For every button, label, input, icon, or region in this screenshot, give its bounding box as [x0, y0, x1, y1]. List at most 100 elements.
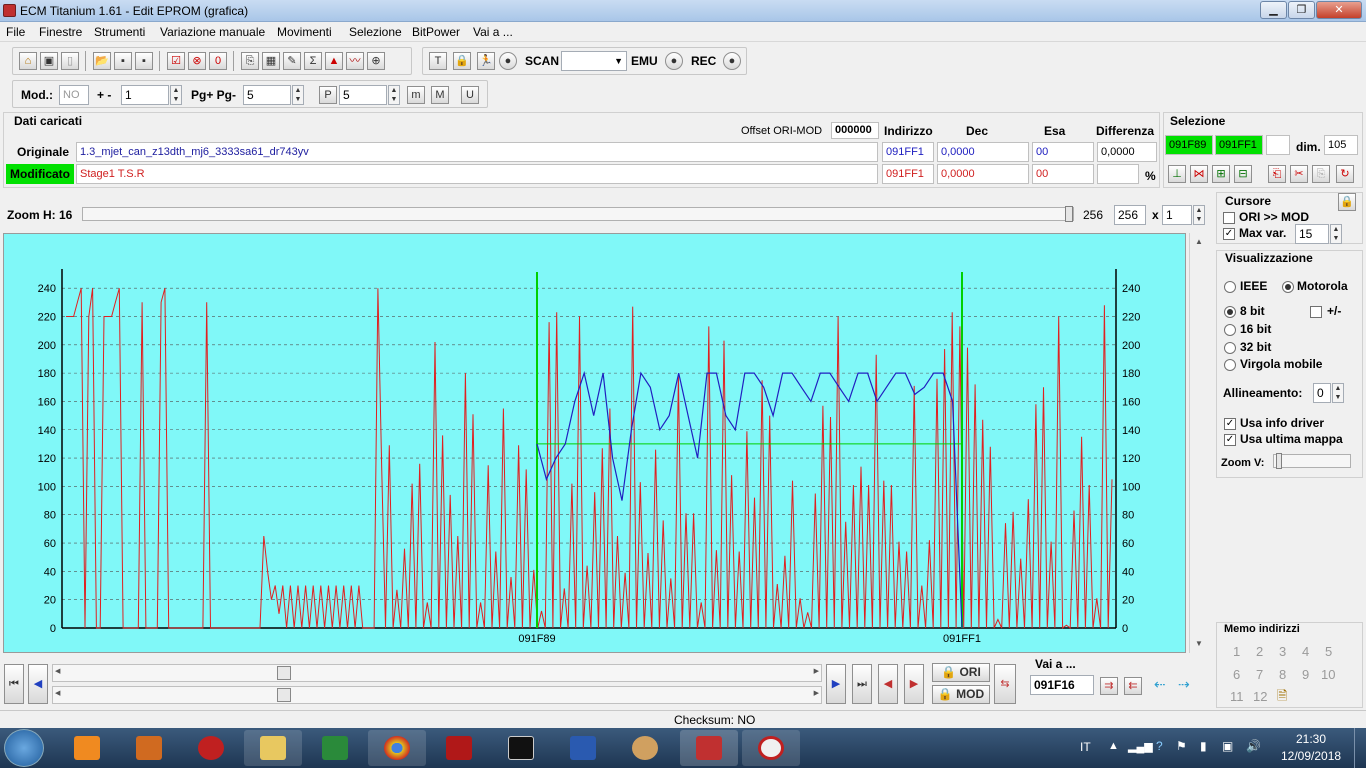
- allineamento-field[interactable]: 0: [1313, 383, 1331, 403]
- chart-icon[interactable]: 〰: [346, 52, 364, 70]
- windows-icon[interactable]: ▣: [40, 52, 58, 70]
- taskbar-app12[interactable]: [742, 730, 800, 766]
- zoom-h-slider[interactable]: [82, 206, 1074, 222]
- horizontal-scrollbar-ori[interactable]: ◀ ▶: [52, 664, 822, 682]
- emu-icon[interactable]: ●: [665, 52, 683, 70]
- 32bit-radio[interactable]: [1224, 342, 1236, 354]
- virgola-radio[interactable]: [1224, 359, 1236, 371]
- menu-bitpower[interactable]: BitPower: [412, 25, 460, 39]
- zoom-v-thumb[interactable]: [1276, 453, 1282, 469]
- select-clear-icon[interactable]: ⋈: [1190, 165, 1208, 183]
- minimize-button[interactable]: ▁: [1260, 1, 1287, 19]
- usa-info-checkbox[interactable]: ✓: [1224, 418, 1236, 430]
- memo-11[interactable]: 11: [1230, 689, 1244, 704]
- clock-time[interactable]: 21:30: [1296, 732, 1326, 746]
- 8bit-radio[interactable]: [1224, 306, 1236, 318]
- ori-button[interactable]: 🔒 ORI: [932, 663, 990, 682]
- scroll-thumb-mod[interactable]: [277, 688, 291, 702]
- stop-icon[interactable]: ⊗: [188, 52, 206, 70]
- max-var-field[interactable]: 15: [1295, 224, 1329, 244]
- memo-5[interactable]: 5: [1325, 644, 1332, 659]
- memo-1[interactable]: 1: [1233, 644, 1240, 659]
- taskbar-explorer[interactable]: [244, 730, 302, 766]
- first-icon[interactable]: ⏮: [4, 664, 24, 704]
- select-mid-icon[interactable]: ⊞: [1212, 165, 1230, 183]
- zoom-mult-spinner[interactable]: ▲ ▼: [1193, 205, 1205, 225]
- memo-6[interactable]: 6: [1233, 667, 1240, 682]
- select-end-icon[interactable]: ⊟: [1234, 165, 1252, 183]
- copy-icon[interactable]: ⎘: [241, 52, 259, 70]
- usa-ultima-checkbox[interactable]: ✓: [1224, 434, 1236, 446]
- scroll-down-icon[interactable]: ▼: [1195, 639, 1203, 648]
- m-large-icon[interactable]: M: [431, 86, 449, 104]
- taskbar-ecm[interactable]: [430, 730, 488, 766]
- menu-movimenti[interactable]: Movimenti: [277, 25, 332, 39]
- last-icon[interactable]: ⏭: [852, 664, 872, 704]
- mod-button[interactable]: 🔒 MOD: [932, 685, 990, 704]
- refresh-icon[interactable]: ↻: [1336, 165, 1354, 183]
- signal-icon[interactable]: ▂▄▆: [1128, 740, 1153, 753]
- memo-prev-icon[interactable]: ⇠: [1154, 676, 1166, 693]
- copy-disabled-icon[interactable]: ⎘: [1312, 165, 1330, 183]
- memo-9[interactable]: 9: [1302, 667, 1309, 682]
- home-icon[interactable]: ⌂: [19, 52, 37, 70]
- volume-icon[interactable]: 🔊: [1246, 739, 1261, 753]
- menu-file[interactable]: File: [6, 25, 25, 39]
- mod-field[interactable]: NO: [59, 85, 89, 105]
- taskbar-app3[interactable]: [182, 730, 240, 766]
- motorola-radio[interactable]: [1282, 281, 1294, 293]
- sum-icon[interactable]: Σ: [304, 52, 322, 70]
- zero-icon[interactable]: 0: [209, 52, 227, 70]
- language-indicator[interactable]: IT: [1080, 740, 1091, 754]
- memo-3[interactable]: 3: [1279, 644, 1286, 659]
- max-var-spinner[interactable]: ▲ ▼: [1330, 224, 1342, 244]
- start-button[interactable]: [4, 729, 44, 767]
- checklist-icon[interactable]: ☑: [167, 52, 185, 70]
- next-diff-icon[interactable]: ▶: [904, 664, 924, 704]
- close-button[interactable]: ✕: [1316, 1, 1362, 19]
- vai-field[interactable]: 091F16: [1030, 675, 1094, 695]
- taskbar-chrome[interactable]: [368, 730, 426, 766]
- rec-icon[interactable]: ●: [723, 52, 741, 70]
- chart-panel[interactable]: 0 0 20 20 40 40 60 60 80 80 100 100 120 120 140 140 160 1…: [3, 233, 1186, 653]
- show-desktop-button[interactable]: [1354, 728, 1366, 768]
- scroll-right-icon[interactable]: ▶: [814, 667, 819, 675]
- allineamento-spinner[interactable]: ▲ ▼: [1332, 383, 1344, 403]
- tray-expand-icon[interactable]: ▲: [1108, 740, 1119, 752]
- p-icon[interactable]: P: [319, 86, 337, 104]
- chart-vertical-scrollbar[interactable]: ▲ ▼: [1189, 233, 1209, 653]
- taskbar-media-player[interactable]: [58, 730, 116, 766]
- scroll-left-icon[interactable]: ◀: [55, 667, 60, 675]
- lock-cursor-icon[interactable]: 🔒: [1338, 193, 1356, 211]
- memo-save-icon[interactable]: 🗎: [1277, 687, 1287, 709]
- menu-strumenti[interactable]: Strumenti: [94, 25, 145, 39]
- battery-icon[interactable]: ▮: [1200, 739, 1207, 753]
- taskbar-ecm-titanium[interactable]: [680, 730, 738, 766]
- pg-spinner[interactable]: ▲ ▼: [292, 85, 304, 105]
- maximize-button[interactable]: ❐: [1288, 1, 1315, 19]
- scan-select[interactable]: ▼: [561, 51, 627, 71]
- u-icon[interactable]: U: [461, 86, 479, 104]
- zoom-field[interactable]: 256: [1114, 205, 1146, 225]
- scroll-right-icon[interactable]: ▶: [814, 689, 819, 697]
- open-folder-icon[interactable]: 📂: [93, 52, 111, 70]
- cut-icon[interactable]: ✂: [1290, 165, 1308, 183]
- memo-10[interactable]: 10: [1321, 667, 1335, 682]
- runner-icon[interactable]: 🏃: [477, 52, 495, 70]
- record-icon[interactable]: ●: [499, 52, 517, 70]
- max-var-checkbox[interactable]: ✓: [1223, 228, 1235, 240]
- memo-next-icon[interactable]: ⇢: [1178, 676, 1190, 693]
- zoom-v-slider[interactable]: [1273, 453, 1351, 469]
- sync-icon[interactable]: ⇆: [994, 664, 1016, 704]
- pg-field[interactable]: 5: [243, 85, 291, 105]
- flag-icon[interactable]: ⚑: [1176, 739, 1187, 753]
- memo-7[interactable]: 7: [1256, 667, 1263, 682]
- 16bit-radio[interactable]: [1224, 324, 1236, 336]
- scroll-thumb-ori[interactable]: [277, 666, 291, 680]
- menu-variazione-manuale[interactable]: Variazione manuale: [160, 25, 265, 39]
- menu-vai-a[interactable]: Vai a ...: [473, 25, 513, 39]
- next-icon[interactable]: ▶: [826, 664, 846, 704]
- horizontal-scrollbar-mod[interactable]: ◀ ▶: [52, 686, 822, 704]
- clock-date[interactable]: 12/09/2018: [1281, 749, 1341, 763]
- document-icon[interactable]: ▯: [61, 52, 79, 70]
